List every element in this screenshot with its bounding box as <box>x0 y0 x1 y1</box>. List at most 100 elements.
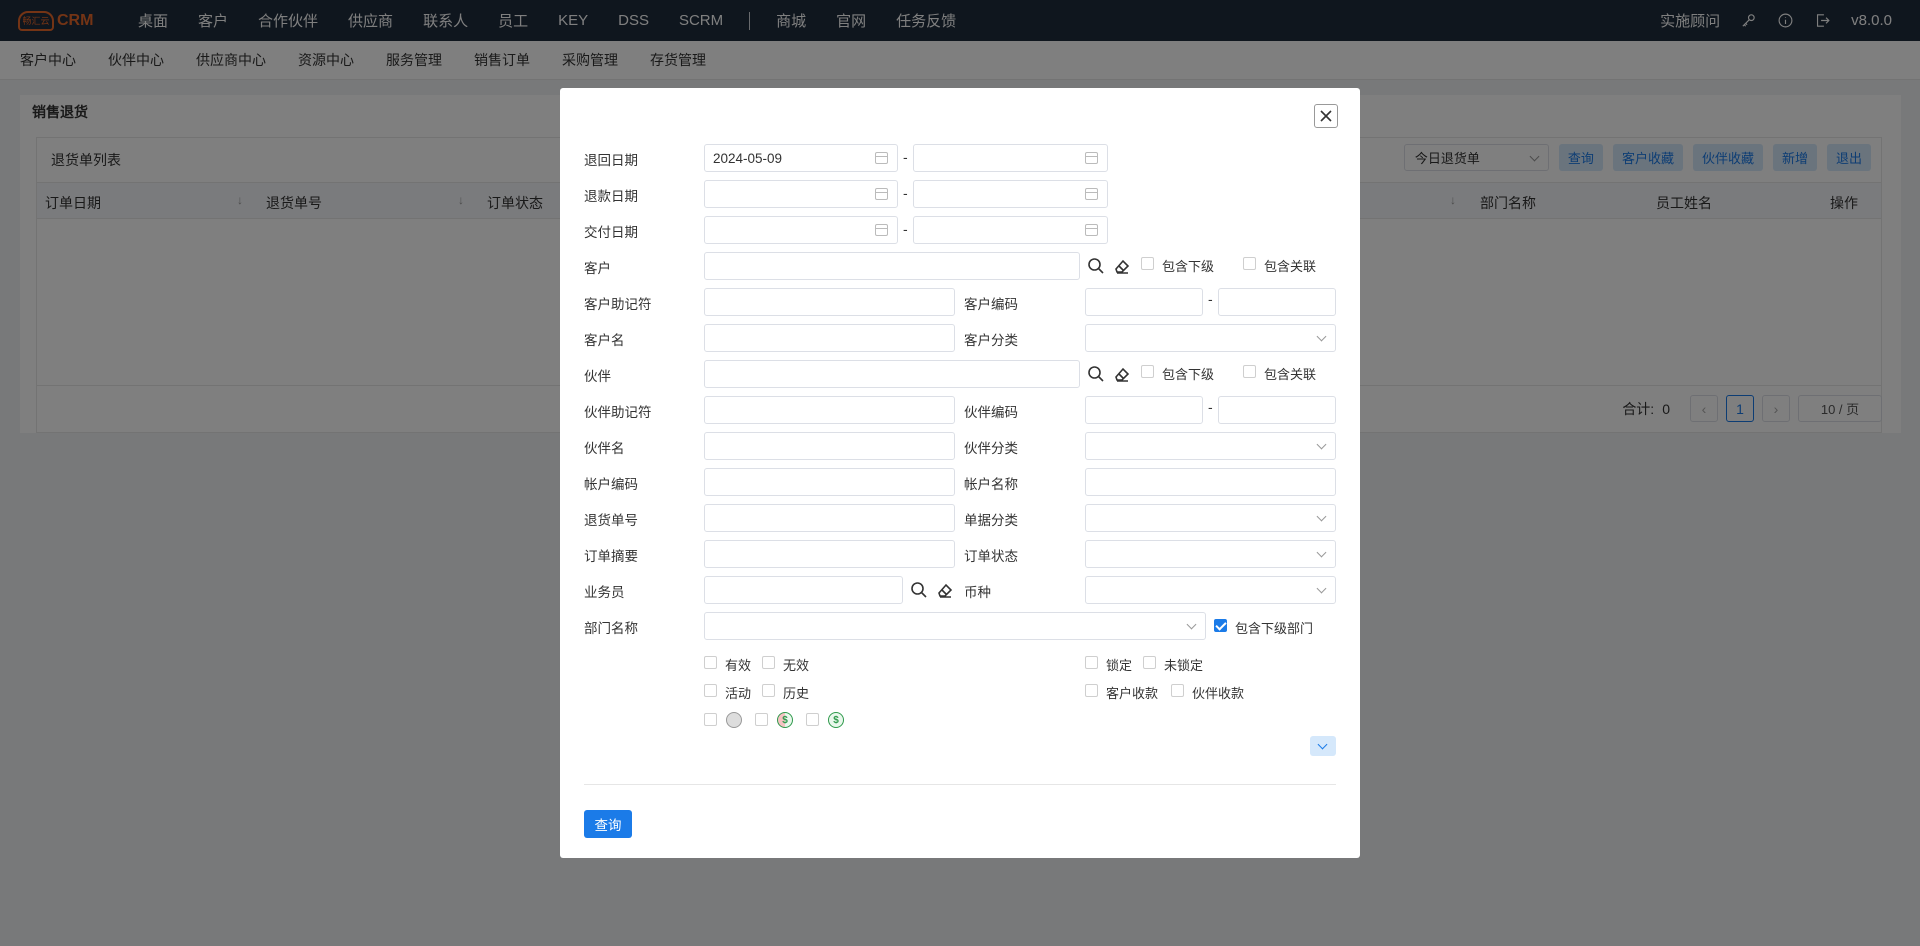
order-status-select[interactable] <box>1085 540 1336 568</box>
include-sub-partner-label: 包含下级 <box>1162 367 1215 382</box>
chevron-down-icon <box>1316 439 1327 450</box>
refund-date-to-input[interactable] <box>913 180 1108 208</box>
partner-code-from-input[interactable] <box>1085 396 1203 424</box>
search-icon[interactable] <box>1087 257 1105 275</box>
active-checkbox[interactable] <box>704 684 717 697</box>
range-dash: - <box>903 185 908 201</box>
delivery-date-label: 交付日期 <box>584 225 638 240</box>
range-dash: - <box>1208 291 1213 307</box>
calendar-icon <box>875 152 888 164</box>
include-sub-partner-checkbox[interactable] <box>1141 365 1154 378</box>
search-icon[interactable] <box>1087 365 1105 383</box>
customer-mnemonic-input[interactable] <box>704 288 955 316</box>
refund-date-from-input[interactable] <box>704 180 898 208</box>
customer-name-label: 客户名 <box>584 333 625 348</box>
history-checkbox[interactable] <box>762 684 775 697</box>
include-rel-customer-label: 包含关联 <box>1264 259 1317 274</box>
partner-code-to-input[interactable] <box>1218 396 1336 424</box>
account-name-input[interactable] <box>1085 468 1336 496</box>
delivery-date-to-input[interactable] <box>913 216 1108 244</box>
search-dialog: 退回日期 2024-05-09 - 退款日期 - 交付日期 - 客户 包含下级 … <box>560 88 1360 858</box>
customer-category-label: 客户分类 <box>964 333 1018 348</box>
partner-mnemonic-input[interactable] <box>704 396 955 424</box>
customer-mnemonic-label: 客户助记符 <box>584 297 652 312</box>
locked-label: 锁定 <box>1106 658 1133 673</box>
money-icon: $ <box>828 712 844 728</box>
calendar-icon <box>1085 152 1098 164</box>
customer-input[interactable] <box>704 252 1080 280</box>
account-name-label: 帐户名称 <box>964 477 1018 492</box>
locked-checkbox[interactable] <box>1085 656 1098 669</box>
partner-code-label: 伙伴编码 <box>964 405 1018 420</box>
order-summary-label: 订单摘要 <box>584 549 638 564</box>
partner-input[interactable] <box>704 360 1080 388</box>
dialog-query-button[interactable]: 查询 <box>584 810 632 838</box>
range-dash: - <box>903 221 908 237</box>
status-full-checkbox[interactable] <box>806 713 819 726</box>
customer-name-input[interactable] <box>704 324 955 352</box>
active-label: 活动 <box>725 686 752 701</box>
return-no-input[interactable] <box>704 504 955 532</box>
partner-label: 伙伴 <box>584 369 611 384</box>
unlocked-label: 未锁定 <box>1164 658 1204 673</box>
return-date-label: 退回日期 <box>584 153 638 168</box>
include-rel-partner-label: 包含关联 <box>1264 367 1317 382</box>
currency-select[interactable] <box>1085 576 1336 604</box>
customer-code-from-input[interactable] <box>1085 288 1203 316</box>
partner-name-input[interactable] <box>704 432 955 460</box>
status-none-icon <box>726 712 742 728</box>
eraser-icon[interactable] <box>1113 257 1131 275</box>
eraser-icon[interactable] <box>1113 365 1131 383</box>
status-partial-checkbox[interactable] <box>755 713 768 726</box>
close-button[interactable] <box>1314 104 1338 128</box>
partner-receipt-checkbox[interactable] <box>1171 684 1184 697</box>
return-date-to-input[interactable] <box>913 144 1108 172</box>
partner-mnemonic-label: 伙伴助记符 <box>584 405 652 420</box>
unlocked-checkbox[interactable] <box>1143 656 1156 669</box>
partner-category-label: 伙伴分类 <box>964 441 1018 456</box>
include-rel-customer-checkbox[interactable] <box>1243 257 1256 270</box>
include-sub-customer-checkbox[interactable] <box>1141 257 1154 270</box>
doc-category-select[interactable] <box>1085 504 1336 532</box>
department-select[interactable] <box>704 612 1206 640</box>
valid-checkbox[interactable] <box>704 656 717 669</box>
salesperson-input[interactable] <box>704 576 903 604</box>
invalid-label: 无效 <box>783 658 810 673</box>
include-sub-dept-checkbox[interactable] <box>1214 619 1227 632</box>
include-rel-partner-checkbox[interactable] <box>1243 365 1256 378</box>
refund-date-label: 退款日期 <box>584 189 638 204</box>
customer-code-label: 客户编码 <box>964 297 1018 312</box>
order-status-label: 订单状态 <box>964 549 1018 564</box>
account-code-input[interactable] <box>704 468 955 496</box>
chevron-down-icon <box>1316 547 1327 558</box>
salesperson-label: 业务员 <box>584 585 625 600</box>
status-none-checkbox[interactable] <box>704 713 717 726</box>
partial-money-icon: $ <box>777 712 793 728</box>
return-date-from-value: 2024-05-09 <box>713 150 783 166</box>
calendar-icon <box>1085 224 1098 236</box>
invalid-checkbox[interactable] <box>762 656 775 669</box>
order-summary-input[interactable] <box>704 540 955 568</box>
customer-receipt-checkbox[interactable] <box>1085 684 1098 697</box>
return-date-from-input[interactable]: 2024-05-09 <box>704 144 898 172</box>
eraser-icon[interactable] <box>936 581 954 599</box>
currency-label: 币种 <box>964 585 991 600</box>
calendar-icon <box>875 224 888 236</box>
account-code-label: 帐户编码 <box>584 477 638 492</box>
customer-category-select[interactable] <box>1085 324 1336 352</box>
customer-label: 客户 <box>584 261 611 276</box>
search-icon[interactable] <box>910 581 928 599</box>
expand-chevron-button[interactable] <box>1310 736 1336 756</box>
calendar-icon <box>875 188 888 200</box>
partner-category-select[interactable] <box>1085 432 1336 460</box>
partner-receipt-label: 伙伴收款 <box>1192 686 1245 701</box>
customer-receipt-label: 客户收款 <box>1106 686 1159 701</box>
chevron-down-icon <box>1186 619 1197 630</box>
calendar-icon <box>1085 188 1098 200</box>
return-no-label: 退货单号 <box>584 513 638 528</box>
dialog-divider <box>584 784 1336 785</box>
delivery-date-from-input[interactable] <box>704 216 898 244</box>
customer-code-to-input[interactable] <box>1218 288 1336 316</box>
chevron-down-icon <box>1316 331 1327 342</box>
range-dash: - <box>903 149 908 165</box>
